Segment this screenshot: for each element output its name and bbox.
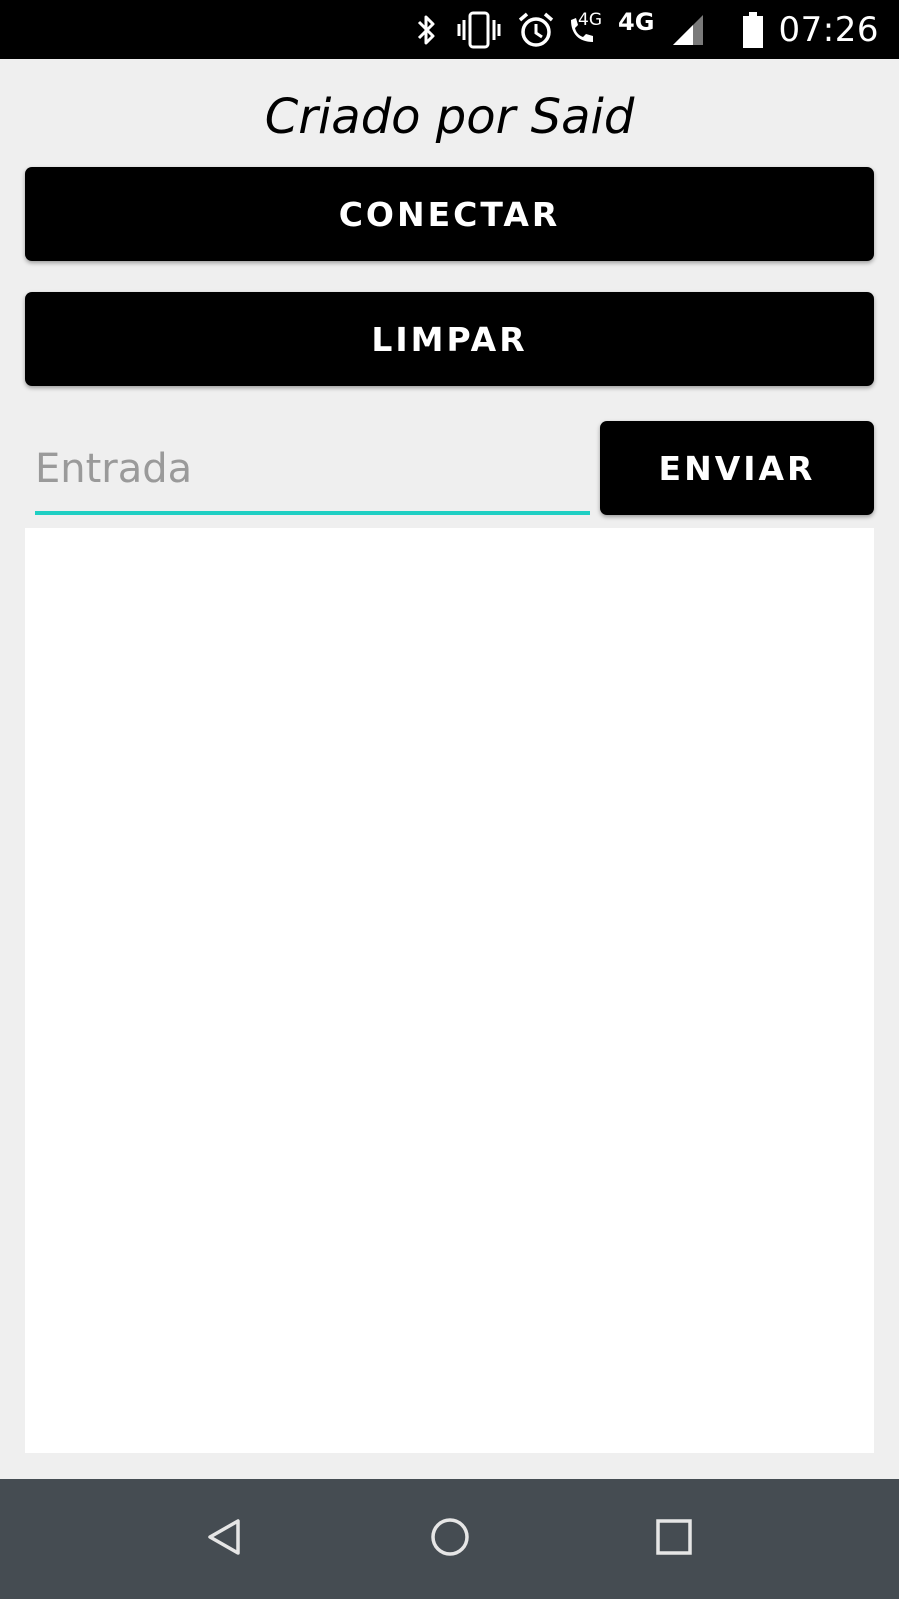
recents-button[interactable] xyxy=(614,1479,734,1599)
vibrate-icon xyxy=(456,0,502,59)
output-area[interactable] xyxy=(25,528,874,1453)
recents-icon xyxy=(654,1517,694,1562)
clear-button[interactable]: LIMPAR xyxy=(25,292,874,386)
app-content: Criado por Said CONECTAR LIMPAR ENVIAR xyxy=(0,59,899,1479)
send-button[interactable]: ENVIAR xyxy=(600,421,874,515)
message-input[interactable] xyxy=(35,431,590,507)
back-button[interactable] xyxy=(164,1479,284,1599)
alarm-icon xyxy=(516,0,556,59)
home-button[interactable] xyxy=(390,1479,510,1599)
bluetooth-icon xyxy=(412,0,442,59)
page-title: Criado por Said xyxy=(264,89,635,145)
connect-button[interactable]: CONECTAR xyxy=(25,167,874,261)
status-bar: 4G 4G 07:26 xyxy=(0,0,899,59)
call-network-label: 4G xyxy=(578,10,602,30)
clock: 07:26 xyxy=(778,10,879,50)
network-type-label: 4G xyxy=(618,8,655,36)
input-field-container xyxy=(35,431,590,515)
battery-icon xyxy=(738,0,768,59)
navigation-bar xyxy=(0,1479,899,1599)
back-icon xyxy=(204,1517,244,1562)
home-icon xyxy=(430,1517,470,1562)
signal-icon xyxy=(666,0,710,59)
